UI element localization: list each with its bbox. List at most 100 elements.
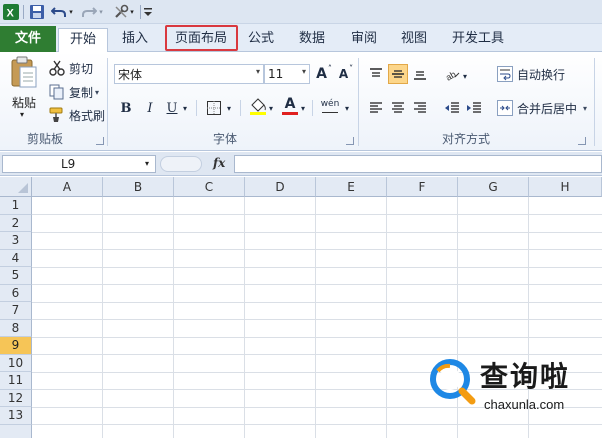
row-header-5[interactable]: 5: [0, 267, 32, 285]
paste-icon: [10, 56, 38, 91]
column-header-d[interactable]: D: [245, 177, 316, 197]
formula-input[interactable]: [234, 155, 602, 173]
row-header-6[interactable]: 6: [0, 284, 32, 302]
row-header-11[interactable]: 11: [0, 372, 32, 390]
row-header-3[interactable]: 3: [0, 232, 32, 250]
tab-developer[interactable]: 开发工具: [446, 28, 510, 52]
redo-dropdown-icon[interactable]: ▾: [96, 3, 106, 21]
underline-button[interactable]: U: [162, 98, 182, 118]
orientation-dropdown-icon[interactable]: ▾: [460, 66, 470, 86]
row-header-10[interactable]: 10: [0, 354, 32, 372]
align-top-icon[interactable]: [366, 64, 386, 84]
borders-icon[interactable]: [204, 98, 224, 118]
decrease-indent-icon[interactable]: [442, 98, 462, 118]
align-right-icon[interactable]: [410, 98, 430, 118]
paste-button[interactable]: 粘贴 ▾: [6, 56, 42, 119]
tab-file[interactable]: 文件: [0, 26, 56, 52]
font-color-button[interactable]: A: [280, 96, 300, 116]
alignment-group-label: 对齐方式: [441, 132, 490, 146]
excel-icon[interactable]: X: [2, 3, 20, 21]
customize-icon[interactable]: [142, 3, 154, 21]
scissors-icon: [48, 59, 66, 77]
tab-view[interactable]: 视图: [392, 28, 436, 52]
clipboard-launcher-icon[interactable]: [96, 137, 104, 145]
merge-center-dropdown-icon[interactable]: ▾: [583, 104, 587, 113]
column-header-b[interactable]: B: [103, 177, 174, 197]
merge-center-icon: [496, 99, 514, 117]
copy-dropdown-icon[interactable]: ▾: [95, 88, 99, 97]
column-header-h[interactable]: H: [529, 177, 602, 197]
gridline: [32, 249, 602, 250]
align-center-icon[interactable]: [388, 98, 408, 118]
tab-home[interactable]: 开始: [58, 28, 108, 53]
tab-review[interactable]: 审阅: [342, 28, 386, 52]
row-header-4[interactable]: 4: [0, 249, 32, 267]
tools-dropdown-icon[interactable]: ▾: [128, 3, 136, 21]
insert-function-icon[interactable]: fx: [213, 156, 225, 170]
merge-center-button[interactable]: 合并后居中 ▾: [496, 98, 587, 118]
phonetic-dropdown-icon[interactable]: ▾: [342, 98, 352, 118]
save-icon[interactable]: [28, 3, 46, 21]
tab-insert[interactable]: 插入: [112, 28, 158, 52]
column-header-c[interactable]: C: [174, 177, 245, 197]
row-header-partial[interactable]: [0, 424, 32, 438]
format-painter-button[interactable]: 格式刷: [48, 105, 105, 125]
gridline: [32, 284, 602, 285]
wrap-text-button[interactable]: 自动换行: [496, 64, 565, 84]
undo-dropdown-icon[interactable]: ▾: [66, 3, 76, 21]
font-size-dropdown-icon[interactable]: ▾: [302, 67, 306, 76]
increase-indent-icon[interactable]: [464, 98, 484, 118]
borders-dropdown-icon[interactable]: ▾: [224, 98, 234, 118]
formula-bar-grip[interactable]: [160, 156, 202, 172]
font-name-combo[interactable]: 宋体 ▾: [114, 64, 264, 84]
column-header-a[interactable]: A: [32, 177, 103, 197]
row-header-9[interactable]: 9: [0, 337, 32, 355]
increase-font-size-button[interactable]: A ˄: [314, 64, 334, 84]
row-header-1[interactable]: 1: [0, 197, 32, 215]
align-bottom-icon[interactable]: [410, 64, 430, 84]
gridline: [173, 197, 174, 438]
gridline: [32, 336, 602, 338]
merge-center-label: 合并后居中: [517, 101, 578, 116]
underline-dropdown-icon[interactable]: ▾: [180, 98, 190, 118]
column-header-f[interactable]: F: [387, 177, 458, 197]
fill-color-dropdown-icon[interactable]: ▾: [266, 98, 276, 118]
row-header-13[interactable]: 13: [0, 407, 32, 425]
row-header-2[interactable]: 2: [0, 214, 32, 232]
ribbon-tabs: 文件 开始 插入 页面布局 公式 数据 审阅 视图 开发工具: [0, 24, 602, 53]
watermark-title: 查询啦: [480, 360, 571, 393]
font-size-combo[interactable]: 11 ▾: [264, 64, 310, 84]
select-all-corner[interactable]: [0, 177, 32, 197]
font-launcher-icon[interactable]: [346, 137, 354, 145]
align-middle-icon[interactable]: [388, 64, 408, 84]
tab-data[interactable]: 数据: [290, 28, 334, 52]
copy-icon: [48, 83, 66, 101]
font-name-dropdown-icon[interactable]: ▾: [256, 67, 260, 76]
name-box[interactable]: L9: [2, 155, 156, 173]
column-header-e[interactable]: E: [316, 177, 387, 197]
orientation-icon[interactable]: ab: [442, 64, 462, 84]
column-header-g[interactable]: G: [458, 177, 529, 197]
row-header-7[interactable]: 7: [0, 302, 32, 320]
gridline: [32, 319, 602, 320]
font-group-label: 字体: [212, 132, 237, 146]
tab-formulas[interactable]: 公式: [240, 28, 282, 52]
format-painter-label: 格式刷: [69, 108, 106, 123]
name-box-dropdown-icon[interactable]: ▾: [145, 159, 149, 168]
paste-dropdown-icon[interactable]: ▾: [20, 110, 24, 119]
italic-button[interactable]: I: [140, 98, 160, 118]
row-header-8[interactable]: 8: [0, 319, 32, 337]
bold-button[interactable]: B: [116, 98, 136, 118]
decrease-font-size-button[interactable]: A ˅: [336, 64, 356, 84]
align-left-icon[interactable]: [366, 98, 386, 118]
phonetic-button[interactable]: wén: [318, 96, 342, 116]
gridline: [386, 197, 387, 438]
row-header-12[interactable]: 12: [0, 389, 32, 407]
wrap-text-icon: [496, 65, 514, 83]
alignment-launcher-icon[interactable]: [578, 137, 586, 145]
copy-button[interactable]: 复制 ▾: [48, 82, 99, 102]
cut-button[interactable]: 剪切: [48, 58, 93, 78]
fill-color-icon[interactable]: [248, 96, 268, 116]
font-separator: [240, 100, 241, 116]
font-color-dropdown-icon[interactable]: ▾: [298, 98, 308, 118]
